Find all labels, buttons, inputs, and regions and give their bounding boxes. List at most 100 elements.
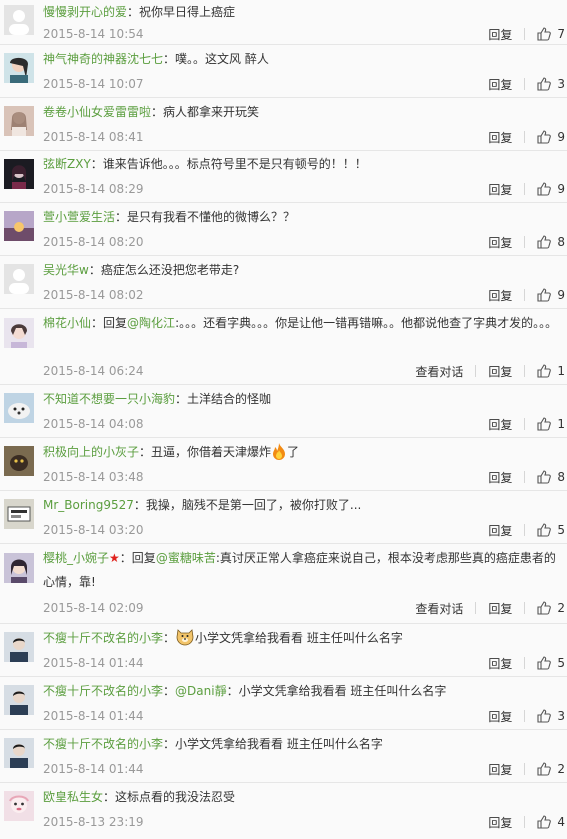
like-button[interactable]: 8 bbox=[537, 470, 565, 484]
avatar[interactable] bbox=[4, 553, 34, 583]
reply-button[interactable]: 回复 bbox=[488, 469, 512, 486]
reply-button[interactable]: 回复 bbox=[488, 287, 512, 304]
comment-item: 神气神奇的神器沈七七：噗。。这文风 醉人 2015-8-14 10:07 回复 … bbox=[0, 45, 567, 98]
like-button[interactable]: 1 bbox=[537, 364, 565, 378]
like-button[interactable]: 4 bbox=[537, 815, 565, 829]
avatar[interactable] bbox=[4, 738, 34, 768]
comment-username[interactable]: 萱小萱爱生活 bbox=[43, 210, 115, 224]
comment-username[interactable]: 吴光华w bbox=[43, 263, 89, 277]
like-button[interactable]: 5 bbox=[537, 656, 565, 670]
avatar[interactable] bbox=[4, 791, 34, 821]
like-button[interactable]: 8 bbox=[537, 235, 565, 249]
comment-actions: 回复 9 bbox=[488, 180, 565, 198]
reply-button[interactable]: 回复 bbox=[488, 234, 512, 251]
avatar[interactable] bbox=[4, 685, 34, 715]
avatar[interactable] bbox=[4, 211, 34, 241]
colon: ： bbox=[103, 790, 116, 804]
comment-body: 丑逼，你借着天津爆炸 bbox=[151, 445, 272, 459]
avatar[interactable] bbox=[4, 106, 34, 136]
comment-time: 2015-8-13 23:19 bbox=[43, 815, 144, 829]
comment-actions: 查看对话 回复 1 bbox=[415, 362, 565, 380]
comment-body: 病人都拿来开玩笑 bbox=[163, 105, 260, 119]
reply-button[interactable]: 回复 bbox=[488, 655, 512, 672]
comment-body: 谁来告诉他。。。标点符号里不是只有顿号的！！！ bbox=[102, 157, 367, 171]
divider bbox=[524, 816, 526, 828]
thumbs-up-icon bbox=[537, 417, 552, 431]
reply-button[interactable]: 回复 bbox=[488, 522, 512, 539]
comment-username[interactable]: Mr_Boring9527 bbox=[43, 498, 134, 512]
comment-time: 2015-8-14 03:48 bbox=[43, 470, 144, 484]
comment-item: 不瘦十斤不改名的小李：小学文凭拿给我看看 班主任叫什么名字 2015-8-14 … bbox=[0, 730, 567, 783]
comment-username[interactable]: 不瘦十斤不改名的小李 bbox=[43, 737, 163, 751]
comment-username[interactable]: 积极向上的小灰子 bbox=[43, 445, 139, 459]
avatar[interactable] bbox=[4, 264, 34, 294]
like-button[interactable]: 9 bbox=[537, 288, 565, 302]
reply-button[interactable]: 回复 bbox=[488, 181, 512, 198]
reply-button[interactable]: 回复 bbox=[488, 26, 512, 43]
colon: ： bbox=[88, 263, 101, 277]
comment-item: 弦断ZXY：谁来告诉他。。。标点符号里不是只有顿号的！！！ 2015-8-14 … bbox=[0, 151, 567, 203]
comment-time: 2015-8-14 01:44 bbox=[43, 656, 144, 670]
like-button[interactable]: 9 bbox=[537, 182, 565, 196]
like-button[interactable]: 1 bbox=[537, 417, 565, 431]
comment-body: ：小学文凭拿给我看看 班主任叫什么名字 bbox=[226, 684, 447, 698]
avatar[interactable] bbox=[4, 53, 34, 83]
reply-button[interactable]: 回复 bbox=[488, 76, 512, 93]
avatar[interactable] bbox=[4, 159, 34, 189]
comment-username[interactable]: 不瘦十斤不改名的小李 bbox=[43, 684, 163, 698]
comment-actions: 回复 4 bbox=[488, 813, 565, 831]
avatar[interactable] bbox=[4, 632, 34, 662]
reply-button[interactable]: 回复 bbox=[488, 416, 512, 433]
mention-link[interactable]: @蜜糖味苦 bbox=[156, 551, 216, 565]
colon: ： bbox=[163, 737, 176, 751]
like-button[interactable]: 3 bbox=[537, 77, 565, 91]
like-button[interactable]: 2 bbox=[537, 601, 565, 615]
comment-item: 不知道不想要一只小海豹：土洋结合的怪咖 2015-8-14 04:08 回复 1 bbox=[0, 385, 567, 438]
comment-body: :。。。还看字典。。。你是让他一错再错嘛。。他都说他查了字典才发的。。。 bbox=[175, 316, 558, 330]
avatar[interactable] bbox=[4, 5, 34, 35]
colon: ： bbox=[163, 684, 176, 698]
reply-button[interactable]: 回复 bbox=[488, 363, 512, 380]
divider bbox=[524, 418, 526, 430]
comment-time: 2015-8-14 01:44 bbox=[43, 709, 144, 723]
comment-time: 2015-8-14 02:09 bbox=[43, 601, 144, 615]
mention-link[interactable]: @陶化江 bbox=[127, 316, 175, 330]
view-conversation-button[interactable]: 查看对话 bbox=[415, 600, 463, 617]
like-button[interactable]: 2 bbox=[537, 762, 565, 776]
comment-username[interactable]: 欧皇私生女 bbox=[43, 790, 103, 804]
comment-username[interactable]: 卷卷小仙女爱雷雷啦 bbox=[43, 105, 151, 119]
avatar[interactable] bbox=[4, 393, 34, 423]
avatar[interactable] bbox=[4, 318, 34, 348]
reply-button[interactable]: 回复 bbox=[488, 129, 512, 146]
reply-button[interactable]: 回复 bbox=[488, 814, 512, 831]
thumbs-up-icon bbox=[537, 288, 552, 302]
reply-button[interactable]: 回复 bbox=[488, 761, 512, 778]
comment-text: 萱小萱爱生活：是只有我看不懂他的微博么？？ bbox=[43, 205, 559, 229]
comment-body: 小学文凭拿给我看看 班主任叫什么名字 bbox=[195, 631, 403, 645]
like-count: 5 bbox=[557, 656, 565, 670]
like-button[interactable]: 3 bbox=[537, 709, 565, 723]
comment-username[interactable]: 不瘦十斤不改名的小李 bbox=[43, 631, 163, 645]
view-conversation-button[interactable]: 查看对话 bbox=[415, 363, 463, 380]
mention-link[interactable]: @Dani靜 bbox=[175, 684, 227, 698]
colon: ： bbox=[163, 52, 176, 66]
like-count: 8 bbox=[557, 235, 565, 249]
like-button[interactable]: 7 bbox=[537, 27, 565, 41]
like-button[interactable]: 5 bbox=[537, 523, 565, 537]
comment-username[interactable]: 樱桃_小婉子 bbox=[43, 551, 109, 565]
avatar[interactable] bbox=[4, 446, 34, 476]
comment-actions: 回复 7 bbox=[488, 25, 565, 43]
divider bbox=[524, 131, 526, 143]
avatar[interactable] bbox=[4, 499, 34, 529]
like-button[interactable]: 9 bbox=[537, 130, 565, 144]
comment-username[interactable]: 弦断ZXY bbox=[43, 157, 91, 171]
comment-text: 樱桃_小婉子★：回复@蜜糖味苦:真讨厌正常人拿癌症来说自己，根本没考虑那些真的癌… bbox=[43, 546, 559, 594]
comment-username[interactable]: 不知道不想要一只小海豹 bbox=[43, 392, 175, 406]
reply-button[interactable]: 回复 bbox=[488, 708, 512, 725]
thumbs-up-icon bbox=[537, 523, 552, 537]
comment-username[interactable]: 慢慢剥开心的爱 bbox=[43, 5, 127, 19]
comment-item: 樱桃_小婉子★：回复@蜜糖味苦:真讨厌正常人拿癌症来说自己，根本没考虑那些真的癌… bbox=[0, 544, 567, 624]
comment-username[interactable]: 棉花小仙 bbox=[43, 316, 91, 330]
reply-button[interactable]: 回复 bbox=[488, 600, 512, 617]
comment-username[interactable]: 神气神奇的神器沈七七 bbox=[43, 52, 163, 66]
